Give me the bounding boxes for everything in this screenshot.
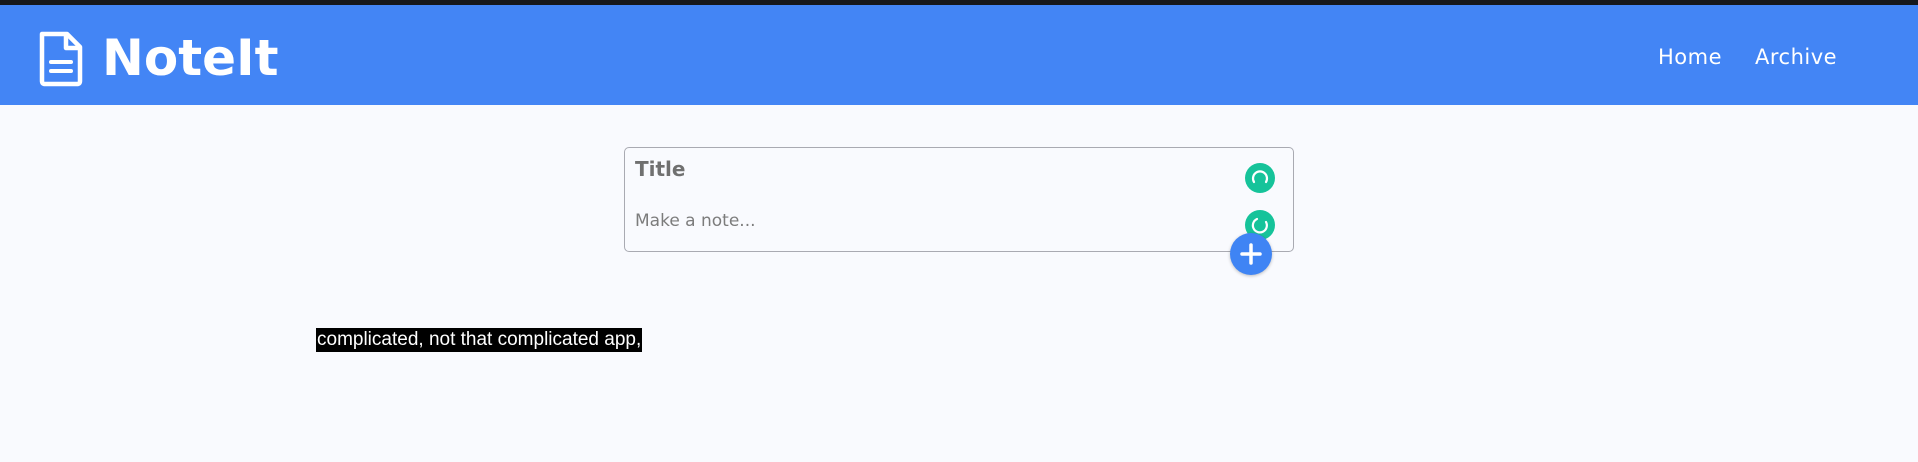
title-input[interactable] — [635, 154, 1225, 184]
add-note-button[interactable] — [1230, 233, 1272, 275]
document-icon — [38, 31, 84, 87]
nav-home-link[interactable]: Home — [1658, 45, 1722, 69]
nav-archive-link[interactable]: Archive — [1755, 45, 1837, 69]
note-form — [624, 147, 1294, 252]
app-header: NoteIt Home Archive — [0, 5, 1918, 105]
plus-icon — [1230, 233, 1272, 275]
app-title: NoteIt — [102, 29, 279, 87]
subtitle-caption: complicated, not that complicated app, — [316, 328, 643, 352]
note-input[interactable] — [635, 208, 1225, 234]
extension-spinner-icon[interactable] — [1245, 163, 1275, 193]
